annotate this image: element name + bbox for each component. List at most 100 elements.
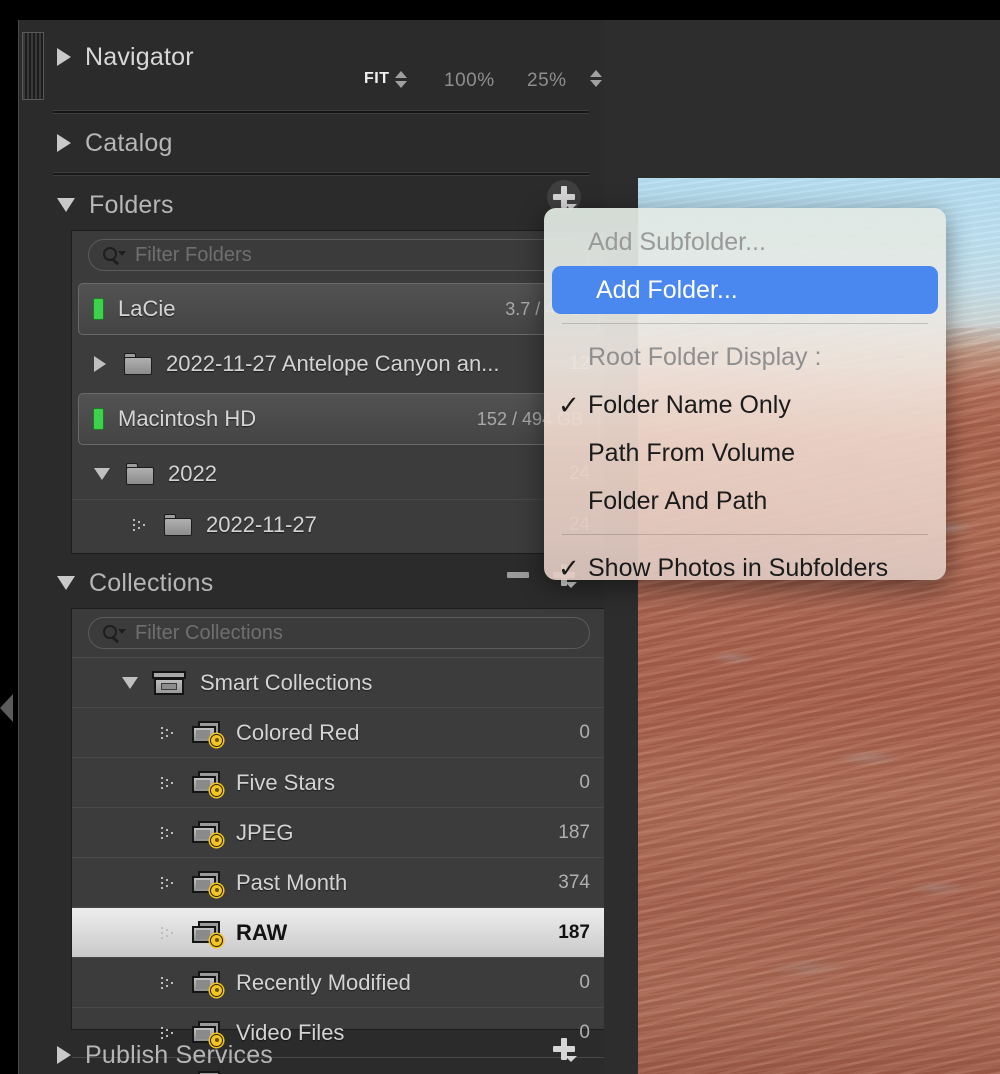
drag-handle-icon[interactable] xyxy=(160,975,176,990)
disclosure-right-icon[interactable] xyxy=(94,356,106,372)
collection-count: 374 xyxy=(558,871,590,893)
collection-row-recently-modified[interactable]: Recently Modified 0 xyxy=(72,957,604,1007)
collections-group-label: Smart Collections xyxy=(200,669,373,695)
disclosure-down-icon[interactable] xyxy=(57,576,75,590)
volume-status-led-icon xyxy=(93,408,104,430)
drag-handle-icon[interactable] xyxy=(160,925,176,940)
collection-label: Five Stars xyxy=(236,769,336,795)
collections-group-smart[interactable]: Smart Collections xyxy=(72,657,604,707)
folders-filter-input[interactable]: Filter Folders xyxy=(88,239,590,271)
smart-collection-icon xyxy=(192,770,223,797)
drag-handle-icon[interactable] xyxy=(160,825,176,840)
disclosure-down-icon[interactable] xyxy=(57,198,75,212)
gear-icon xyxy=(210,983,223,997)
collection-count: 0 xyxy=(579,771,590,793)
menu-item-path-from-volume[interactable]: Path From Volume xyxy=(544,429,946,477)
gear-icon xyxy=(210,833,223,847)
menu-item-folder-and-path[interactable]: Folder And Path xyxy=(544,477,946,525)
smart-collection-icon xyxy=(192,870,223,897)
folder-row-2022-11-27[interactable]: 2022-11-27 24 xyxy=(72,499,604,549)
collections-filter-placeholder: Filter Collections xyxy=(135,621,283,644)
navigator-100-control[interactable]: 100% xyxy=(444,70,495,92)
disclosure-right-icon[interactable] xyxy=(57,48,71,66)
folder-icon xyxy=(124,353,152,375)
zoom-fit-stepper[interactable] xyxy=(394,70,407,88)
navigator-zoom-stepper[interactable] xyxy=(585,70,602,87)
collection-count: 0 xyxy=(579,971,590,993)
collection-count: 187 xyxy=(558,821,590,843)
remove-collection-button[interactable] xyxy=(501,558,535,592)
collections-filter-row[interactable]: Filter Collections xyxy=(72,609,604,657)
drag-handle-icon[interactable] xyxy=(132,517,148,532)
folder-options-context-menu: Add Subfolder... Add Folder... Root Fold… xyxy=(544,208,946,580)
navigator-fit-control[interactable]: FIT xyxy=(364,70,407,88)
disclosure-down-icon[interactable] xyxy=(94,468,110,480)
collection-row-jpeg[interactable]: JPEG 187 xyxy=(72,807,604,857)
menu-separator xyxy=(562,323,928,324)
folders-filter-placeholder: Filter Folders xyxy=(135,243,252,266)
collections-filter-input[interactable]: Filter Collections xyxy=(88,617,590,649)
disclosure-right-icon[interactable] xyxy=(57,1046,71,1064)
publish-services-title: Publish Services xyxy=(85,1040,274,1069)
disclosure-right-icon[interactable] xyxy=(57,134,71,152)
plus-icon xyxy=(553,186,577,210)
menu-section-root-folder-display: Root Folder Display : xyxy=(544,333,946,381)
left-panel-collapse-arrow[interactable] xyxy=(0,694,13,722)
collection-row-colored-red[interactable]: Colored Red 0 xyxy=(72,707,604,757)
menu-item-folder-name-only[interactable]: ✓ Folder Name Only xyxy=(544,381,946,429)
collections-list: Filter Collections Smart Collections Col… xyxy=(71,608,604,1074)
section-header-catalog[interactable]: Catalog xyxy=(53,116,604,170)
volume-row-lacie[interactable]: LaCie 3.7 / 4 TB xyxy=(78,283,600,335)
gear-icon xyxy=(210,933,223,947)
catalog-title: Catalog xyxy=(85,128,173,157)
gear-icon xyxy=(210,733,223,747)
volume-name: LaCie xyxy=(118,296,176,321)
drag-handle-icon[interactable] xyxy=(160,725,176,740)
menu-item-label: Show Photos in Subfolders xyxy=(588,553,889,581)
add-publish-service-button[interactable] xyxy=(547,1032,581,1066)
folder-icon xyxy=(164,513,192,536)
collection-label: RAW xyxy=(236,919,288,945)
collection-row-past-month[interactable]: Past Month 374 xyxy=(72,857,604,907)
collection-row-five-stars[interactable]: Five Stars 0 xyxy=(72,757,604,807)
folder-row-2022[interactable]: 2022 24 xyxy=(72,449,604,499)
folder-row-antelope[interactable]: 2022-11-27 Antelope Canyon an... 12 xyxy=(72,339,604,389)
menu-item-label: Folder And Path xyxy=(588,486,768,515)
folders-title: Folders xyxy=(89,190,174,219)
plus-icon xyxy=(553,1038,577,1062)
volume-row-macintosh-hd[interactable]: Macintosh HD 152 / 494 GB xyxy=(78,393,600,445)
section-header-folders[interactable]: Folders xyxy=(53,178,604,232)
menu-item-label: Root Folder Display : xyxy=(588,342,822,371)
volume-status-led-icon xyxy=(93,298,104,320)
menu-item-add-folder[interactable]: Add Folder... xyxy=(552,266,938,314)
navigator-title: Navigator xyxy=(85,42,194,71)
volume-name: Macintosh HD xyxy=(118,406,257,431)
zoom-100-label[interactable]: 100% xyxy=(444,70,495,92)
collection-label: Colored Red xyxy=(236,719,360,745)
smart-collection-icon xyxy=(192,720,223,747)
menu-item-label: Add Subfolder... xyxy=(588,227,766,256)
left-gutter-lower xyxy=(0,88,18,1074)
section-header-publish-services[interactable]: Publish Services xyxy=(53,1028,604,1074)
zoom-fit-label[interactable]: FIT xyxy=(364,70,390,88)
menu-item-show-photos-in-subfolders[interactable]: ✓ Show Photos in Subfolders xyxy=(544,544,946,581)
navigator-25-control[interactable]: 25% xyxy=(527,70,567,92)
folder-name: 2022 xyxy=(168,461,217,486)
menu-check-icon: ✓ xyxy=(558,552,580,581)
disclosure-down-icon[interactable] xyxy=(122,676,138,689)
collection-label: JPEG xyxy=(236,819,294,845)
drag-handle-icon[interactable] xyxy=(160,875,176,890)
panel-drag-grip[interactable] xyxy=(22,32,44,100)
collections-title: Collections xyxy=(89,568,214,597)
menu-item-add-subfolder[interactable]: Add Subfolder... xyxy=(544,218,946,266)
drag-handle-icon[interactable] xyxy=(160,775,176,790)
zoom-25-label[interactable]: 25% xyxy=(527,70,567,92)
collection-label: Past Month xyxy=(236,869,348,895)
folder-name: 2022-11-27 xyxy=(206,511,317,537)
section-header-navigator[interactable]: Navigator xyxy=(53,30,604,84)
divider-catalog xyxy=(53,172,589,176)
collection-label: Recently Modified xyxy=(236,969,411,995)
smart-collection-icon xyxy=(192,820,223,847)
collection-row-raw[interactable]: RAW 187 xyxy=(72,907,604,957)
folders-filter-row[interactable]: Filter Folders xyxy=(72,231,604,279)
